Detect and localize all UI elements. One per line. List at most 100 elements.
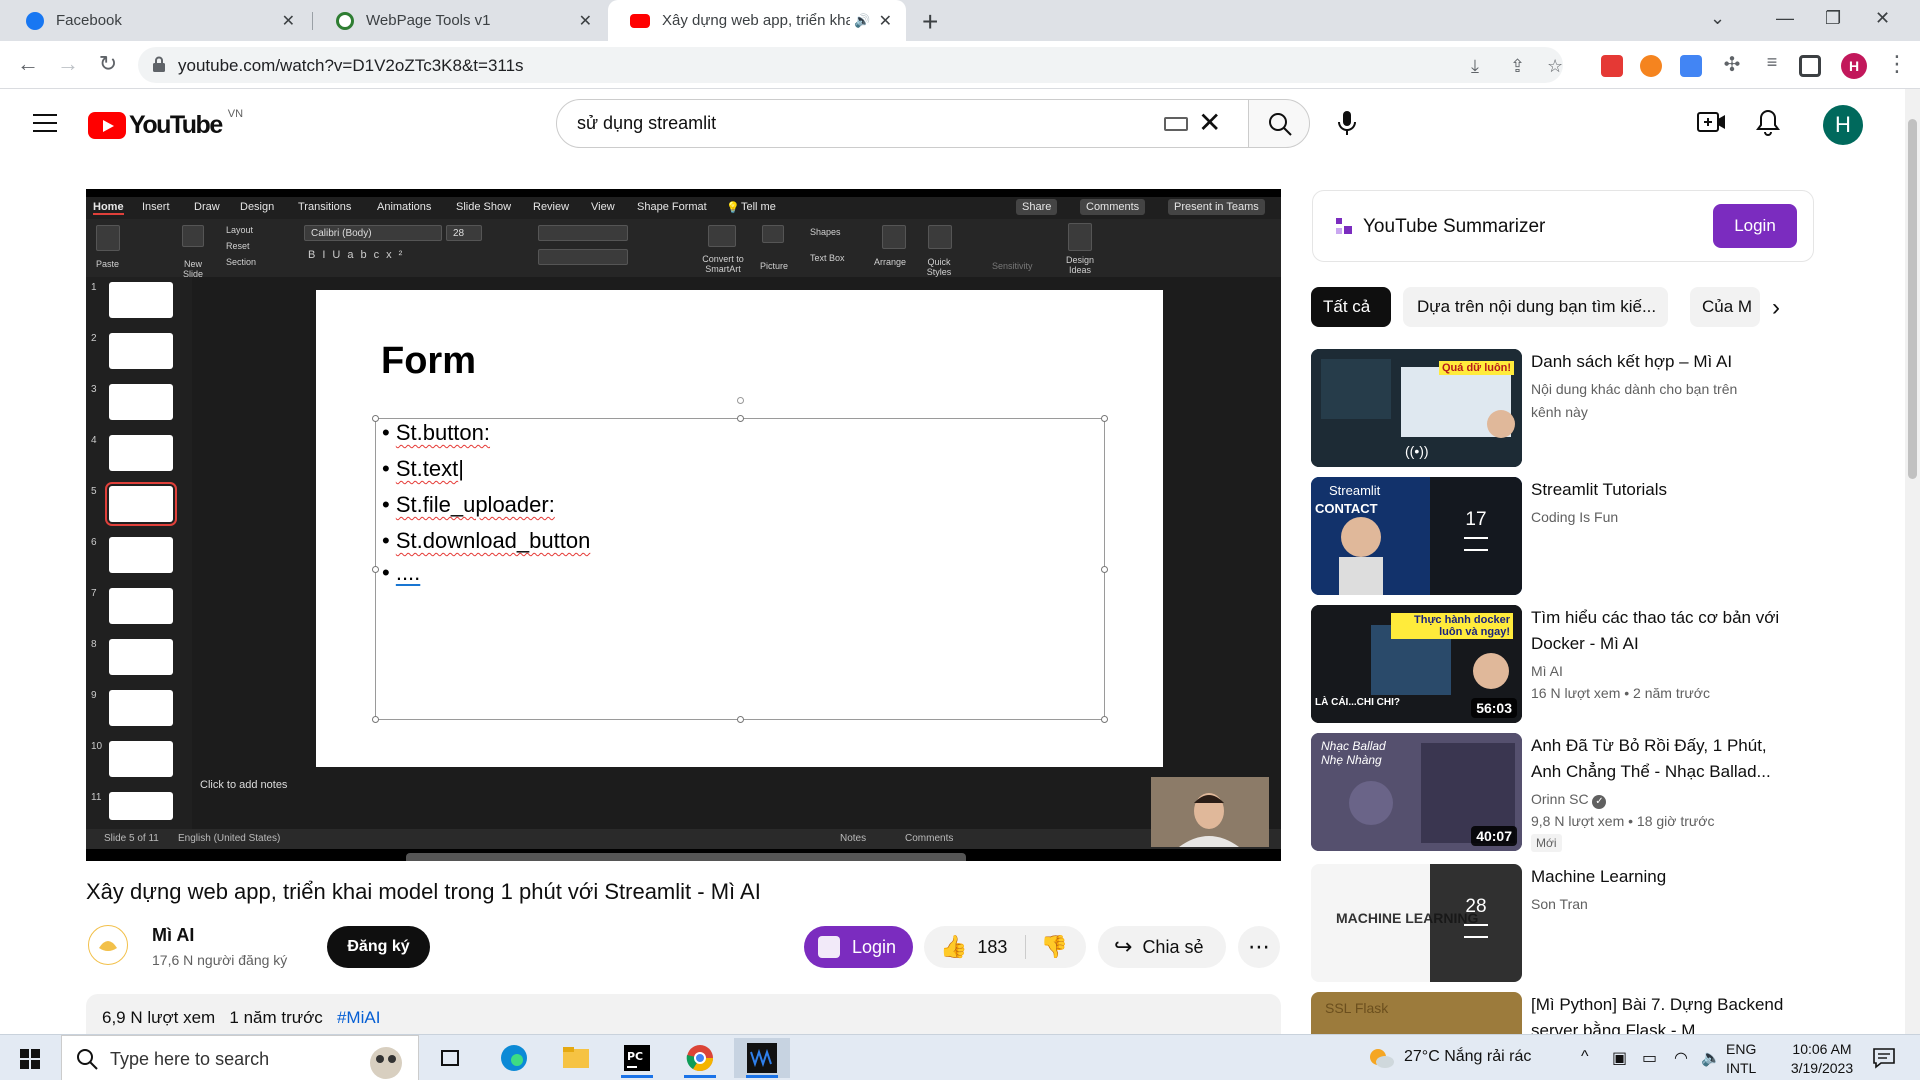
rec-title[interactable]: Streamlit Tutorials — [1531, 477, 1791, 503]
more-actions-icon[interactable]: ⋯ — [1238, 926, 1280, 968]
extension-fox-icon[interactable] — [1640, 55, 1662, 77]
extensions-puzzle-icon[interactable]: ✣ — [1718, 52, 1746, 77]
install-app-icon[interactable]: ⤓ — [1471, 56, 1479, 77]
video-thumbnail[interactable]: Quá dữ luôn! ((•)) — [1311, 349, 1522, 467]
wifi-icon[interactable]: ◠ — [1674, 1048, 1688, 1068]
youtube-summarizer-panel: YouTube Summarizer Login — [1312, 190, 1814, 262]
rec-channel[interactable]: Mì AI — [1531, 663, 1563, 679]
notification-center-icon[interactable] — [1872, 1047, 1896, 1069]
pycharm-icon[interactable]: PC — [609, 1038, 665, 1078]
rec-channel[interactable]: Orinn SC ✓ — [1531, 791, 1607, 809]
subscribe-button[interactable]: Đăng ký — [327, 926, 430, 968]
side-panel-icon[interactable] — [1799, 55, 1821, 77]
file-explorer-icon[interactable] — [548, 1038, 604, 1078]
share-button[interactable]: ↪ Chia sẻ — [1098, 926, 1226, 968]
page-scrollbar[interactable] — [1905, 89, 1920, 1039]
channel-name[interactable]: Mì AI — [152, 925, 194, 946]
chip-channel[interactable]: Của M — [1690, 287, 1760, 327]
account-avatar[interactable]: H — [1823, 105, 1863, 145]
search-button[interactable] — [1248, 99, 1310, 148]
rec-channel[interactable]: Coding Is Fun — [1531, 509, 1618, 525]
search-input[interactable]: sử dụng streamlit ✕ — [556, 99, 1249, 148]
reload-icon[interactable]: ↻ — [94, 51, 122, 77]
back-icon[interactable]: ← — [14, 51, 42, 77]
speaker-icon[interactable]: 🔊 — [854, 13, 870, 29]
close-icon[interactable]: ✕ — [879, 11, 892, 31]
rec-title[interactable]: Anh Đã Từ Bỏ Rồi Đấy, 1 Phút, Anh Chẳng … — [1531, 733, 1791, 785]
video-thumbnail[interactable]: Thực hành docker luôn và ngay! LÀ CÁI...… — [1311, 605, 1522, 723]
tab-youtube-active[interactable]: Xây dựng web app, triển kha 🔊 ✕ — [608, 0, 906, 41]
weather-sun-cloud-icon[interactable] — [1366, 1046, 1396, 1070]
clear-search-icon[interactable]: ✕ — [1198, 106, 1221, 139]
tab-facebook[interactable]: Facebook ✕ — [4, 0, 309, 41]
menu-icon[interactable] — [33, 114, 57, 132]
summarizer-login-button[interactable]: Login — [804, 926, 913, 968]
close-icon[interactable]: ✕ — [579, 11, 592, 31]
share-arrow-icon: ↪ — [1114, 934, 1133, 959]
recommendation-item[interactable]: Thực hành docker luôn và ngay! LÀ CÁI...… — [1311, 605, 1811, 723]
channel-avatar[interactable] — [88, 925, 128, 965]
picture-icon — [762, 225, 784, 243]
chrome-icon[interactable] — [672, 1038, 728, 1078]
tab-webpage-tools[interactable]: WebPage Tools v1 ✕ — [314, 0, 606, 41]
waves-app-icon[interactable] — [734, 1038, 790, 1078]
battery-icon[interactable]: ▭ — [1642, 1048, 1657, 1068]
like-count[interactable]: 183 — [977, 937, 1007, 958]
chip-all[interactable]: Tất cả — [1311, 287, 1391, 327]
hashtag-link[interactable]: #MiAI — [337, 1008, 380, 1027]
video-thumbnail[interactable]: Streamlit CONTACT 17 — [1311, 477, 1522, 595]
close-icon[interactable]: ✕ — [282, 11, 295, 31]
system-clock[interactable]: 10:06 AM 3/19/2023 — [1778, 1040, 1866, 1078]
create-video-icon[interactable] — [1697, 109, 1727, 135]
new-tab-button[interactable]: + — [922, 6, 938, 38]
bookmark-star-icon[interactable]: ☆ — [1547, 56, 1563, 77]
recommendation-item[interactable]: MACHINE LEARNING 28 Machine Learning Son… — [1311, 864, 1811, 982]
keyboard-icon[interactable] — [1164, 117, 1188, 131]
recommendation-item[interactable]: SSL Flask [Mì Python] Bài 7. Dựng Backen… — [1311, 992, 1811, 1034]
close-window-icon[interactable]: ✕ — [1875, 8, 1890, 29]
edge-browser-icon[interactable] — [486, 1038, 542, 1078]
dislike-icon[interactable]: 👎 — [1040, 934, 1067, 960]
volume-icon[interactable]: 🔈 — [1701, 1048, 1721, 1068]
chevron-right-icon[interactable]: › — [1772, 294, 1780, 322]
recommendation-item[interactable]: Streamlit CONTACT 17 Streamlit Tutorials… — [1311, 477, 1811, 595]
forward-icon[interactable]: → — [54, 51, 82, 77]
extension-translate-icon[interactable] — [1680, 55, 1702, 77]
device-icon[interactable]: ▣ — [1612, 1048, 1627, 1068]
maximize-icon[interactable]: ❐ — [1825, 8, 1841, 29]
description-box[interactable]: 6,9 N lượt xem 1 năm trước #MiAI — [86, 994, 1281, 1034]
tab-search-chevron-icon[interactable]: ⌄ — [1710, 8, 1725, 29]
like-icon[interactable]: 👍 — [940, 934, 967, 960]
windows-start-icon[interactable] — [20, 1049, 40, 1069]
youtube-logo[interactable]: YouTube VN — [88, 108, 243, 140]
voice-search-button[interactable] — [1324, 100, 1370, 146]
task-view-icon[interactable] — [422, 1038, 478, 1078]
video-player[interactable]: Home Insert Draw Design Transitions Anim… — [86, 189, 1281, 861]
video-thumbnail[interactable]: Nhạc Ballad Nhẹ Nhàng 40:07 — [1311, 733, 1522, 851]
video-thumbnail[interactable]: SSL Flask — [1311, 992, 1522, 1034]
clock-time: 10:06 AM — [1792, 1041, 1852, 1057]
extension-video-icon[interactable] — [1601, 55, 1623, 77]
notifications-bell-icon[interactable] — [1756, 109, 1780, 137]
chip-based-on-search[interactable]: Dựa trên nội dung bạn tìm kiế... — [1403, 287, 1668, 327]
browser-profile-avatar[interactable]: H — [1841, 53, 1867, 79]
scrollbar-thumb[interactable] — [1908, 119, 1917, 479]
media-control-icon[interactable]: ≡ — [1758, 52, 1786, 73]
taskbar-search-input[interactable]: Type here to search — [61, 1035, 419, 1080]
rec-title[interactable]: Machine Learning — [1531, 864, 1791, 890]
minimize-icon[interactable]: — — [1776, 8, 1794, 29]
weather-text[interactable]: 27°C Nắng rải rác — [1404, 1048, 1531, 1066]
rec-title[interactable]: [Mì Python] Bài 7. Dựng Backend server b… — [1531, 992, 1791, 1034]
summarizer-panel-login-button[interactable]: Login — [1713, 204, 1797, 248]
rec-title[interactable]: Tìm hiểu các thao tác cơ bản với Docker … — [1531, 605, 1791, 657]
rec-channel[interactable]: Son Tran — [1531, 896, 1588, 912]
video-thumbnail[interactable]: MACHINE LEARNING 28 — [1311, 864, 1522, 982]
show-hidden-icons-chevron[interactable]: ^ — [1581, 1048, 1589, 1066]
input-language-indicator[interactable]: ENG INTL — [1726, 1040, 1756, 1078]
recommendation-item[interactable]: Nhạc Ballad Nhẹ Nhàng 40:07 Anh Đã Từ Bỏ… — [1311, 733, 1811, 852]
browser-menu-icon[interactable]: ⋮ — [1883, 51, 1911, 77]
share-icon[interactable]: ⇪ — [1510, 56, 1525, 77]
address-bar[interactable]: youtube.com/watch?v=D1V2oZTc3K8&t=311s ⤓… — [138, 47, 1563, 83]
rec-title[interactable]: Danh sách kết hợp – Mì AI — [1531, 349, 1791, 375]
recommendation-item[interactable]: Quá dữ luôn! ((•)) Danh sách kết hợp – M… — [1311, 349, 1811, 467]
